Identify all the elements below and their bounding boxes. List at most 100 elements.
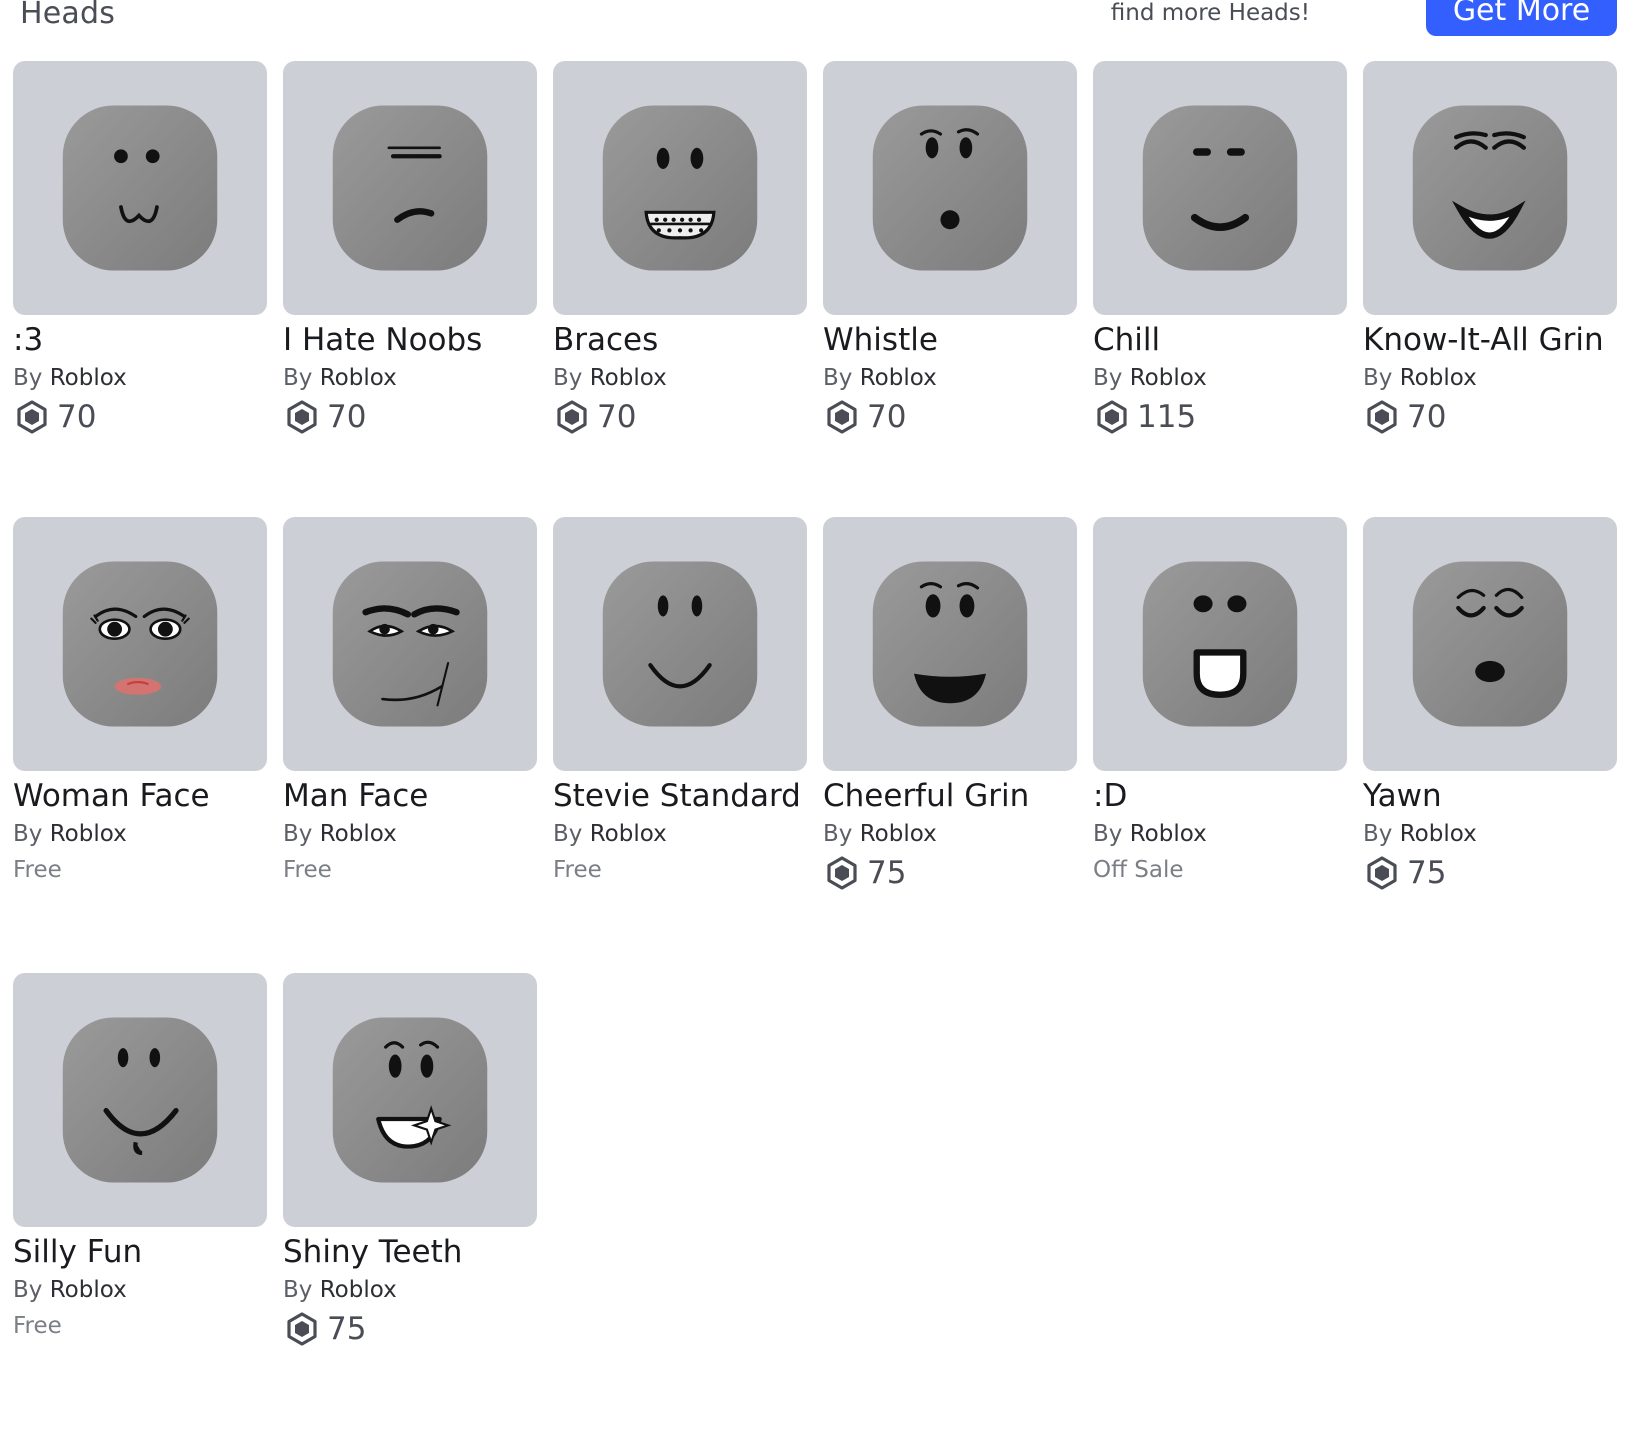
item-price: 70 (13, 399, 267, 435)
price-status: Free (283, 857, 332, 883)
item-card[interactable]: Man Face By Roblox Free (283, 517, 537, 973)
item-name[interactable]: I Hate Noobs (283, 319, 537, 361)
creator-name-link[interactable]: Roblox (590, 365, 667, 391)
item-card[interactable]: I Hate Noobs By Roblox 70 (283, 61, 537, 517)
item-name[interactable]: Chill (1093, 319, 1347, 361)
item-price: Free (13, 855, 267, 891)
item-name[interactable]: Stevie Standard (553, 775, 807, 817)
item-price: Free (283, 855, 537, 891)
promo-text: find more Heads! (1110, 0, 1310, 26)
item-card[interactable]: Braces By Roblox 70 (553, 61, 807, 517)
creator-name-link[interactable]: Roblox (50, 821, 127, 847)
item-name[interactable]: Woman Face (13, 775, 267, 817)
item-thumbnail[interactable] (823, 517, 1077, 771)
price-status: Free (13, 1313, 62, 1339)
creator-name-link[interactable]: Roblox (320, 1277, 397, 1303)
price-value: 70 (597, 399, 637, 435)
item-card[interactable]: :3 By Roblox 70 (13, 61, 267, 517)
item-name[interactable]: Braces (553, 319, 807, 361)
creator-name-link[interactable]: Roblox (860, 821, 937, 847)
creator-by-label: By (823, 821, 853, 847)
item-creator: By Roblox (1363, 361, 1617, 395)
item-card[interactable]: Yawn By Roblox 75 (1363, 517, 1617, 973)
price-value: 70 (867, 399, 907, 435)
item-creator: By Roblox (13, 1273, 267, 1307)
get-more-button[interactable]: Get More (1426, 0, 1617, 36)
price-value: 70 (327, 399, 367, 435)
item-name[interactable]: Shiny Teeth (283, 1231, 537, 1273)
item-card[interactable]: Chill By Roblox 115 (1093, 61, 1347, 517)
creator-name-link[interactable]: Roblox (1400, 365, 1477, 391)
creator-name-link[interactable]: Roblox (320, 365, 397, 391)
creator-name-link[interactable]: Roblox (1130, 365, 1207, 391)
item-creator: By Roblox (1093, 361, 1347, 395)
item-thumbnail[interactable] (283, 973, 537, 1227)
item-thumbnail[interactable] (283, 517, 537, 771)
creator-by-label: By (283, 821, 313, 847)
creator-name-link[interactable]: Roblox (50, 365, 127, 391)
catalog-header: Heads find more Heads! Get More (0, 0, 1650, 56)
item-creator: By Roblox (553, 817, 807, 851)
item-thumbnail[interactable] (13, 973, 267, 1227)
item-card[interactable]: Woman Face By Roblox Free (13, 517, 267, 973)
item-name[interactable]: Man Face (283, 775, 537, 817)
creator-name-link[interactable]: Roblox (50, 1277, 127, 1303)
item-thumbnail[interactable] (283, 61, 537, 315)
robux-icon (1363, 856, 1407, 890)
item-thumbnail[interactable] (553, 517, 807, 771)
item-name[interactable]: Yawn (1363, 775, 1617, 817)
item-card[interactable]: Shiny Teeth By Roblox 75 (283, 973, 537, 1429)
item-thumbnail[interactable] (13, 517, 267, 771)
price-status: Free (553, 857, 602, 883)
item-thumbnail[interactable] (553, 61, 807, 315)
item-thumbnail[interactable] (1093, 517, 1347, 771)
item-name[interactable]: Whistle (823, 319, 1077, 361)
creator-name-link[interactable]: Roblox (860, 365, 937, 391)
creator-name-link[interactable]: Roblox (1400, 821, 1477, 847)
creator-name-link[interactable]: Roblox (320, 821, 397, 847)
face-yawn-icon (1412, 561, 1568, 727)
creator-by-label: By (1363, 821, 1393, 847)
item-price: Off Sale (1093, 855, 1347, 891)
item-thumbnail[interactable] (823, 61, 1077, 315)
item-thumbnail[interactable] (13, 61, 267, 315)
creator-by-label: By (13, 821, 43, 847)
item-creator: By Roblox (823, 361, 1077, 395)
face-colon3-icon (62, 105, 218, 271)
robux-icon (1093, 400, 1137, 434)
item-name[interactable]: Cheerful Grin (823, 775, 1077, 817)
robux-icon (13, 400, 57, 434)
item-price: Free (553, 855, 807, 891)
face-braces-icon (602, 105, 758, 271)
item-price: 75 (823, 855, 1077, 891)
item-thumbnail[interactable] (1363, 61, 1617, 315)
item-card[interactable]: Know-It-All Grin By Roblox 70 (1363, 61, 1617, 517)
creator-by-label: By (1093, 821, 1123, 847)
item-name[interactable]: Silly Fun (13, 1231, 267, 1273)
face-i-hate-noobs-icon (332, 105, 488, 271)
face-know-it-all-grin-icon (1412, 105, 1568, 271)
creator-name-link[interactable]: Roblox (590, 821, 667, 847)
creator-by-label: By (553, 365, 583, 391)
item-creator: By Roblox (13, 361, 267, 395)
item-thumbnail[interactable] (1093, 61, 1347, 315)
face-man-icon (332, 561, 488, 727)
item-name[interactable]: Know-It-All Grin (1363, 319, 1617, 361)
item-card[interactable]: Cheerful Grin By Roblox 75 (823, 517, 1077, 973)
item-price: 70 (553, 399, 807, 435)
item-card[interactable]: Whistle By Roblox 70 (823, 61, 1077, 517)
robux-icon (283, 400, 327, 434)
creator-by-label: By (13, 1277, 43, 1303)
creator-name-link[interactable]: Roblox (1130, 821, 1207, 847)
item-card[interactable]: Stevie Standard By Roblox Free (553, 517, 807, 973)
price-status: Off Sale (1093, 857, 1184, 883)
item-name[interactable]: :D (1093, 775, 1347, 817)
item-price: 70 (823, 399, 1077, 435)
item-card[interactable]: :D By Roblox Off Sale (1093, 517, 1347, 973)
item-name[interactable]: :3 (13, 319, 267, 361)
price-value: 75 (867, 855, 907, 891)
item-thumbnail[interactable] (1363, 517, 1617, 771)
robux-icon (553, 400, 597, 434)
item-card[interactable]: Silly Fun By Roblox Free (13, 973, 267, 1429)
price-value: 70 (1407, 399, 1447, 435)
